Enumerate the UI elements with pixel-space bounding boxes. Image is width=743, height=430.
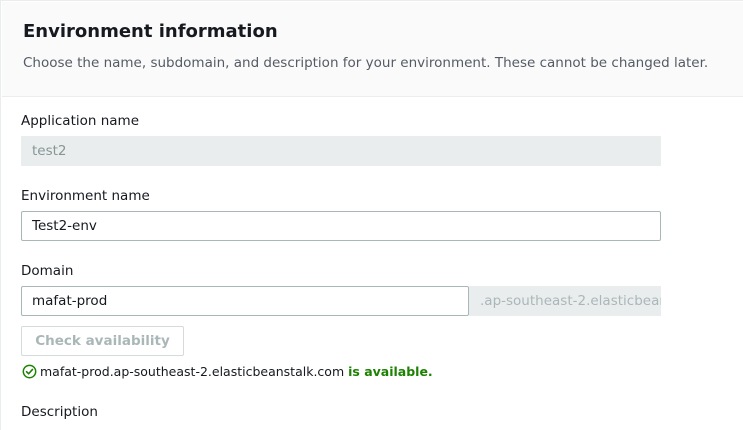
check-availability-button[interactable]: Check availability — [21, 326, 184, 356]
panel-header: Environment information Choose the name,… — [2, 2, 743, 97]
available-status-text: is available. — [348, 363, 433, 379]
application-name-label: Application name — [21, 113, 140, 129]
domain-label: Domain — [21, 263, 74, 279]
availability-status: mafat-prod.ap-southeast-2.elasticbeansta… — [22, 362, 433, 380]
domain-input[interactable]: mafat-prod — [21, 286, 469, 316]
description-label: Description — [21, 404, 98, 420]
panel-description: Choose the name, subdomain, and descript… — [23, 55, 709, 71]
check-circle-icon — [22, 364, 37, 378]
environment-name-label: Environment name — [21, 188, 150, 204]
available-domain-text: mafat-prod.ap-southeast-2.elasticbeansta… — [40, 363, 345, 379]
domain-suffix: .ap-southeast-2.elasticbeanstalk.com — [469, 286, 661, 316]
application-name-field: test2 — [21, 136, 661, 166]
panel-title: Environment information — [23, 21, 278, 42]
environment-name-input[interactable]: Test2-env — [21, 211, 661, 241]
